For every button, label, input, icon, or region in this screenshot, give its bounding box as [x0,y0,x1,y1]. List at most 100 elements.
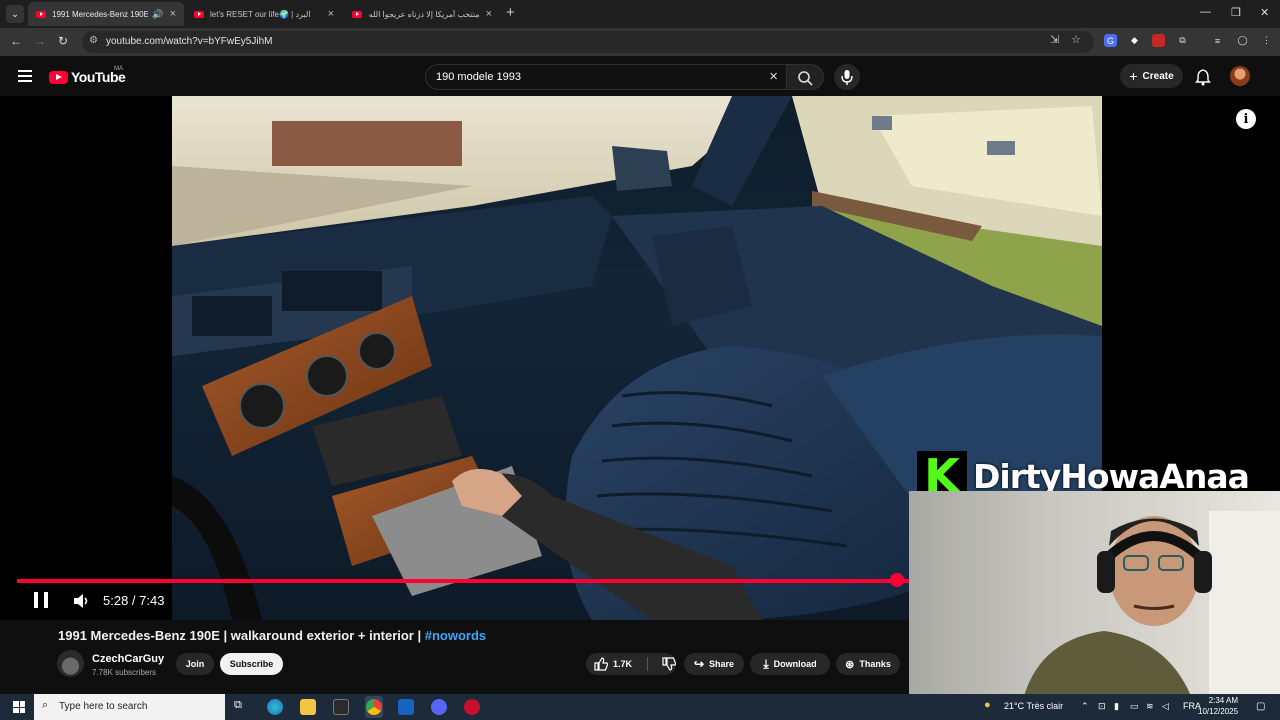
outlook-icon[interactable] [398,699,414,715]
video-title-text: 1991 Mercedes-Benz 190E | walkaround ext… [58,628,422,643]
wifi-icon[interactable]: ≋ [1146,701,1154,712]
url-text[interactable]: youtube.com/watch?v=bYFwEy5JihM [106,36,272,47]
progress-bar[interactable] [17,579,910,583]
speaker-tray-icon[interactable]: ◁ [1162,701,1169,712]
discord-icon[interactable] [431,699,447,715]
tab-title: 1991 Mercedes-Benz 190E [52,9,149,19]
time-display: 5:28 / 7:43 [103,593,165,608]
bookmark-star-icon[interactable]: ☆ [1071,33,1081,46]
thumbs-down-icon [662,657,676,671]
like-divider [647,657,648,671]
search-input[interactable]: 190 modele 1993 × [425,64,791,90]
tab-title: منتخب أمريكا إلا دزناه عريجوا الله [368,9,480,19]
extension-diamond-icon[interactable]: ◆ [1128,34,1141,47]
thanks-button[interactable]: ⊛ Thanks [836,653,900,675]
browser-tab-strip: ⌄ 1991 Mercedes-Benz 190E 🔊 × let's RESE… [0,0,1280,28]
weather-text[interactable]: 21°C Très clair [1004,701,1063,711]
window-close-icon[interactable]: ✕ [1260,6,1269,19]
tab-close-icon[interactable]: × [170,8,176,20]
bell-icon [1195,69,1211,86]
youtube-logo[interactable]: YouTube MA [49,66,126,85]
hashtag-link[interactable]: #nowords [425,628,486,643]
create-label: Create [1142,70,1174,82]
like-dislike-group: 1.7K [586,653,676,675]
tab-usa-team[interactable]: منتخب أمريكا إلا دزناه عريجوا الله × [344,2,500,26]
hamburger-menu-icon[interactable] [18,70,32,82]
reload-icon[interactable]: ↻ [58,34,68,48]
edge-browser-icon[interactable] [267,699,283,715]
account-avatar[interactable] [1230,66,1250,86]
install-app-icon[interactable]: ⇲ [1050,33,1059,46]
browser-menu-icon[interactable]: ⋮ [1260,34,1273,47]
tab-search-icon[interactable]: ⌄ [6,5,24,23]
search-value[interactable]: 190 modele 1993 [436,71,521,83]
thanks-label: Thanks [859,659,891,669]
youtube-play-logo-icon [49,70,68,84]
clear-search-icon[interactable]: × [769,68,778,85]
like-button[interactable]: 1.7K [594,657,632,671]
country-code: MA [114,66,123,72]
volume-button[interactable] [72,592,90,615]
share-button[interactable]: ↪ Share [684,653,744,675]
back-icon[interactable]: ← [10,34,22,48]
taskbar-search-box[interactable]: ⌕ Type here to search [34,694,225,720]
chrome-icon[interactable] [366,699,382,715]
download-button[interactable]: ⤓ Download [750,653,830,675]
file-explorer-icon[interactable] [300,699,316,715]
tab-mercedes[interactable]: 1991 Mercedes-Benz 190E 🔊 × [28,2,184,26]
reading-list-icon[interactable]: ≡ [1211,34,1224,47]
info-icon[interactable]: i [1236,109,1256,129]
taskbar-search-placeholder: Type here to search [59,701,148,712]
app-red-icon[interactable] [464,699,480,715]
extension-red-icon[interactable] [1152,34,1165,47]
battery-icon[interactable]: ▭ [1130,701,1139,712]
tab-close-icon[interactable]: × [486,8,492,20]
translate-extension-icon[interactable]: G [1104,34,1117,47]
new-tab-icon[interactable]: + [506,4,515,21]
scrubber-handle[interactable] [890,573,904,587]
like-count: 1.7K [613,659,633,669]
forward-icon[interactable]: → [34,34,46,48]
share-label: Share [709,659,735,669]
channel-name[interactable]: CzechCarGuy [92,653,164,665]
maximize-icon[interactable]: ❐ [1231,6,1241,19]
minimize-icon[interactable]: — [1200,6,1211,18]
youtube-favicon-icon [352,10,362,18]
search-icon [798,71,813,86]
thanks-icon: ⊛ [845,658,855,671]
streamer-name: DirtyHowaAnaa [973,456,1250,496]
weather-icon[interactable]: ● [984,699,991,711]
site-info-icon[interactable]: ⚙ [89,35,98,46]
mic-tray-icon[interactable]: ▮ [1114,701,1119,712]
profile-icon[interactable]: ◯ [1236,34,1249,47]
clock-time: 2:34 AM [1208,696,1239,705]
extensions-puzzle-icon[interactable]: ⧉ [1176,34,1189,47]
system-clock[interactable]: 2:34 AM 10/12/2025 [1198,695,1238,717]
windows-start-icon[interactable] [13,701,25,713]
create-button[interactable]: + Create [1120,64,1183,88]
dislike-button[interactable] [662,657,676,671]
tab-reset-life[interactable]: let's RESET our life🌍 | البرد × [186,2,342,26]
task-view-icon[interactable]: ⧉ [234,699,250,715]
search-button[interactable] [786,64,824,90]
audio-playing-icon[interactable]: 🔊 [152,9,163,20]
network-icon[interactable]: ⊡ [1098,701,1106,712]
youtube-favicon-icon [36,10,46,18]
microphone-icon [841,70,853,85]
notification-center-icon[interactable]: ▢ [1256,701,1265,712]
address-bar[interactable]: ⚙ youtube.com/watch?v=bYFwEy5JihM [82,31,1094,53]
plus-icon: + [1129,68,1138,84]
pause-icon[interactable] [34,592,48,608]
tray-chevron-icon[interactable]: ⌃ [1081,701,1089,712]
tab-close-icon[interactable]: × [328,8,334,20]
store-icon[interactable] [333,699,349,715]
notifications-button[interactable] [1195,68,1211,91]
video-title: 1991 Mercedes-Benz 190E | walkaround ext… [58,628,486,643]
tab-title: let's RESET our life🌍 | البرد [210,9,311,19]
streamer-webcam-image [1019,511,1280,720]
subscriber-count: 7.78K subscribers [92,668,157,677]
channel-avatar[interactable] [57,650,84,677]
voice-search-button[interactable] [834,64,860,90]
join-button[interactable]: Join [176,653,214,675]
subscribe-button[interactable]: Subscribe [220,653,283,675]
